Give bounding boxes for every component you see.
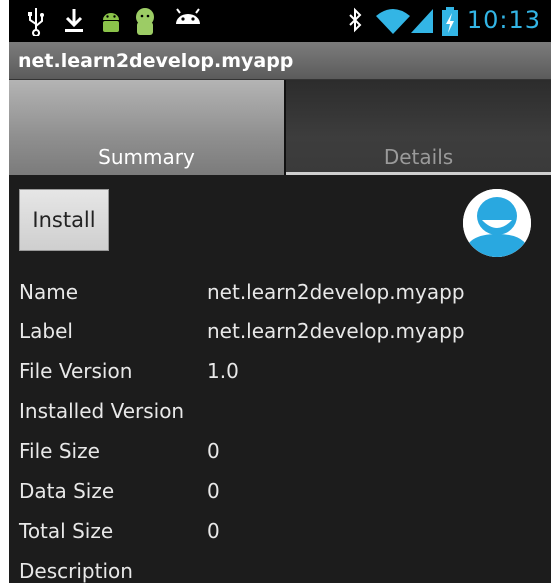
field-label: File Size [19,439,100,463]
tab-details[interactable]: Details [284,80,551,175]
field-value: 0 [207,439,220,463]
field-label: Name [19,280,79,304]
download-icon [65,9,83,32]
install-button[interactable]: Install [19,189,109,251]
wifi-icon [376,9,410,34]
field-label: Label [19,319,73,343]
field-value: 0 [207,519,220,543]
field-row-name: Name net.learn2develop.myapp [19,280,544,310]
tab-details-label: Details [383,145,454,169]
avatar-icon [463,189,531,257]
field-row-installed-version: Installed Version [19,399,544,429]
android-debug-icon [136,8,154,35]
tab-summary[interactable]: Summary [9,80,284,175]
title-bar: net.learn2develop.myapp [9,42,551,80]
field-row-total-size: Total Size 0 [19,519,544,549]
field-label: File Version [19,359,133,383]
field-row-description: Description [19,559,544,583]
tab-bar: Summary Details [9,80,551,175]
field-label: Data Size [19,479,115,503]
tab-summary-label: Summary [98,145,195,169]
field-row-data-size: Data Size 0 [19,479,544,509]
clock: 10:13 [466,6,541,34]
field-value: 0 [207,479,220,503]
bluetooth-icon [349,7,362,33]
field-row-label: Label net.learn2develop.myapp [19,319,544,349]
field-row-file-size: File Size 0 [19,439,544,469]
field-value: net.learn2develop.myapp [207,280,465,304]
field-label: Description [19,559,133,583]
app-window: 10:13 net.learn2develop.myapp Summary De… [9,0,551,583]
usb-icon [28,8,44,36]
field-label: Total Size [19,519,114,543]
field-value: 1.0 [207,359,239,383]
field-value: net.learn2develop.myapp [207,319,465,343]
android-notification-icon [176,8,200,24]
field-row-file-version: File Version 1.0 [19,359,544,389]
field-label: Installed Version [19,399,185,423]
battery-charging-icon [442,7,458,36]
app-title: net.learn2develop.myapp [18,50,294,72]
android-icon [103,13,119,32]
status-bar: 10:13 [9,0,551,42]
signal-icon [411,9,433,33]
